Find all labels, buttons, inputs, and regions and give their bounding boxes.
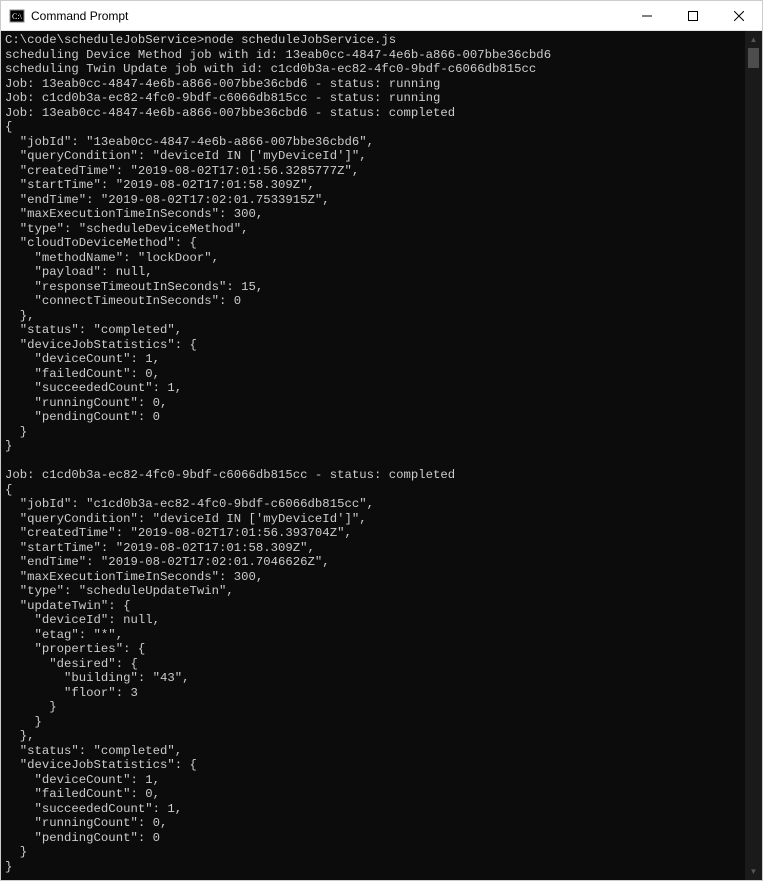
output-line: }: [5, 700, 57, 714]
window-title: Command Prompt: [31, 9, 624, 23]
output-line: "startTime": "2019-08-02T17:01:58.309Z",: [5, 178, 315, 192]
output-line: "createdTime": "2019-08-02T17:01:56.3285…: [5, 164, 359, 178]
output-line: Job: c1cd0b3a-ec82-4fc0-9bdf-c6066db815c…: [5, 91, 440, 105]
output-line: "status": "completed",: [5, 323, 182, 337]
output-line: "building": "43",: [5, 671, 189, 685]
scroll-down-arrow-icon[interactable]: ▼: [745, 863, 762, 880]
output-line: "maxExecutionTimeInSeconds": 300,: [5, 207, 263, 221]
output-line: "deviceJobStatistics": {: [5, 338, 197, 352]
minimize-button[interactable]: [624, 1, 670, 31]
output-line: Job: c1cd0b3a-ec82-4fc0-9bdf-c6066db815c…: [5, 468, 455, 482]
vertical-scrollbar[interactable]: ▲ ▼: [745, 31, 762, 880]
prompt: C:\code\scheduleJobService>: [5, 33, 204, 47]
output-line: "connectTimeoutInSeconds": 0: [5, 294, 241, 308]
output-line: "jobId": "13eab0cc-4847-4e6b-a866-007bbe…: [5, 135, 374, 149]
output-line: "succeededCount": 1,: [5, 381, 182, 395]
output-line: "maxExecutionTimeInSeconds": 300,: [5, 570, 263, 584]
output-line: },: [5, 309, 35, 323]
console-output[interactable]: C:\code\scheduleJobService>node schedule…: [1, 31, 745, 880]
output-line: }: [5, 845, 27, 859]
output-line: "queryCondition": "deviceId IN ['myDevic…: [5, 512, 367, 526]
output-line: Job: 13eab0cc-4847-4e6b-a866-007bbe36cbd…: [5, 106, 455, 120]
output-line: "createdTime": "2019-08-02T17:01:56.3937…: [5, 526, 352, 540]
output-line: {: [5, 120, 12, 134]
output-line: }: [5, 439, 12, 453]
output-line: "status": "completed",: [5, 744, 182, 758]
output-line: "runningCount": 0,: [5, 396, 167, 410]
output-line: "runningCount": 0,: [5, 816, 167, 830]
output-line: "updateTwin": {: [5, 599, 130, 613]
window-titlebar: C:\ Command Prompt: [1, 1, 762, 31]
output-line: "pendingCount": 0: [5, 831, 160, 845]
svg-text:C:\: C:\: [12, 12, 23, 21]
output-line: "endTime": "2019-08-02T17:02:01.7533915Z…: [5, 193, 330, 207]
window-controls: [624, 1, 762, 30]
output-line: "methodName": "lockDoor",: [5, 251, 219, 265]
output-line: "properties": {: [5, 642, 145, 656]
output-line: "failedCount": 0,: [5, 787, 160, 801]
output-line: "deviceJobStatistics": {: [5, 758, 197, 772]
output-line: "endTime": "2019-08-02T17:02:01.7046626Z…: [5, 555, 330, 569]
output-line: scheduling Twin Update job with id: c1cd…: [5, 62, 536, 76]
cmd-icon: C:\: [9, 8, 25, 24]
maximize-button[interactable]: [670, 1, 716, 31]
scroll-thumb[interactable]: [748, 48, 759, 68]
scroll-up-arrow-icon[interactable]: ▲: [745, 31, 762, 48]
output-line: },: [5, 729, 35, 743]
output-line: "startTime": "2019-08-02T17:01:58.309Z",: [5, 541, 315, 555]
command-text: node scheduleJobService.js: [204, 33, 396, 47]
output-line: "payload": null,: [5, 265, 153, 279]
output-line: }: [5, 425, 27, 439]
output-line: "deviceCount": 1,: [5, 352, 160, 366]
output-line: "responseTimeoutInSeconds": 15,: [5, 280, 263, 294]
output-line: }: [5, 860, 12, 874]
output-line: "cloudToDeviceMethod": {: [5, 236, 197, 250]
output-line: "type": "scheduleDeviceMethod",: [5, 222, 249, 236]
output-line: "jobId": "c1cd0b3a-ec82-4fc0-9bdf-c6066d…: [5, 497, 374, 511]
output-line: "deviceCount": 1,: [5, 773, 160, 787]
console-area: C:\code\scheduleJobService>node schedule…: [1, 31, 762, 880]
output-line: Job: 13eab0cc-4847-4e6b-a866-007bbe36cbd…: [5, 77, 440, 91]
output-line: }: [5, 715, 42, 729]
output-line: {: [5, 483, 12, 497]
output-line: "etag": "*",: [5, 628, 123, 642]
output-line: "failedCount": 0,: [5, 367, 160, 381]
output-line: scheduling Device Method job with id: 13…: [5, 48, 551, 62]
output-line: "succeededCount": 1,: [5, 802, 182, 816]
output-line: "type": "scheduleUpdateTwin",: [5, 584, 234, 598]
close-button[interactable]: [716, 1, 762, 31]
output-line: "desired": {: [5, 657, 138, 671]
output-line: "floor": 3: [5, 686, 138, 700]
output-line: "queryCondition": "deviceId IN ['myDevic…: [5, 149, 367, 163]
output-line: "pendingCount": 0: [5, 410, 160, 424]
output-line: "deviceId": null,: [5, 613, 160, 627]
